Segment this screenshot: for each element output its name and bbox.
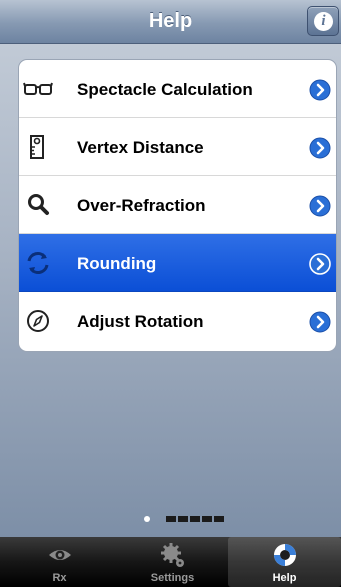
lifebuoy-icon xyxy=(273,544,296,566)
magnifier-icon xyxy=(28,194,49,215)
eye-icon xyxy=(48,550,71,560)
page-dot xyxy=(166,516,176,522)
disclosure-button[interactable] xyxy=(309,311,331,333)
page-dot xyxy=(190,516,200,522)
list-item-rounding[interactable]: Rounding xyxy=(19,234,336,292)
page-title: Help xyxy=(148,10,193,32)
tab-label: Settings xyxy=(150,572,195,584)
compass-icon xyxy=(27,310,49,332)
rotate-arrows-icon xyxy=(27,252,49,274)
info-icon: i xyxy=(314,12,333,31)
disclosure-button[interactable] xyxy=(309,79,331,101)
list-item-over-refraction[interactable]: Over-Refraction xyxy=(19,176,336,234)
tab-label: Help xyxy=(272,572,297,584)
list-item-label: Spectacle Calculation xyxy=(77,80,253,99)
page-dot xyxy=(214,516,224,522)
list-item-label: Over-Refraction xyxy=(77,196,206,215)
list-item-label: Vertex Distance xyxy=(77,138,204,157)
list-item-label: Rounding xyxy=(77,254,157,273)
tab-bar: Rx Settings Help xyxy=(0,537,341,587)
navigation-bar: Help i xyxy=(0,0,341,44)
page-indicator[interactable] xyxy=(0,514,341,524)
tab-rx[interactable]: Rx xyxy=(3,537,116,587)
page-dot xyxy=(178,516,188,522)
tab-help[interactable]: Help xyxy=(228,537,341,587)
list-item-label: Adjust Rotation xyxy=(77,312,204,331)
list-item-adjust-rotation[interactable]: Adjust Rotation xyxy=(19,292,336,350)
page-dot xyxy=(202,516,212,522)
tab-settings[interactable]: Settings xyxy=(116,537,229,587)
help-topics-list: Spectacle Calculation Vertex Distance Ov… xyxy=(18,59,337,352)
disclosure-button[interactable] xyxy=(309,195,331,217)
content-area: Spectacle Calculation Vertex Distance Ov… xyxy=(0,44,341,537)
tab-label: Rx xyxy=(52,572,67,584)
list-item-spectacle-calculation[interactable]: Spectacle Calculation xyxy=(19,60,336,118)
disclosure-button[interactable] xyxy=(309,253,331,275)
disclosure-button[interactable] xyxy=(309,137,331,159)
glasses-icon xyxy=(23,82,53,95)
vertex-ruler-icon xyxy=(30,135,44,159)
info-button[interactable]: i xyxy=(307,6,339,36)
gears-icon xyxy=(160,543,184,567)
page-dot-current xyxy=(144,516,150,522)
list-item-vertex-distance[interactable]: Vertex Distance xyxy=(19,118,336,176)
